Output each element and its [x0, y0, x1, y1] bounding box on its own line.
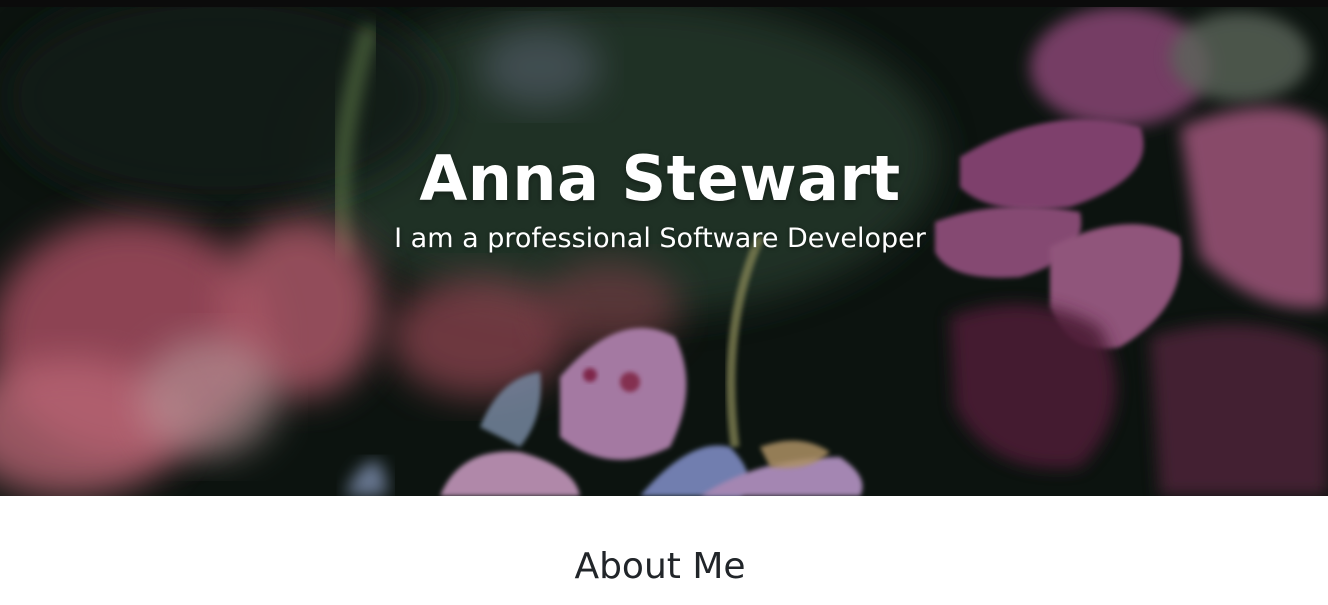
hero-banner: Anna Stewart I am a professional Softwar… — [0, 7, 1328, 496]
hero-text-container: Anna Stewart I am a professional Softwar… — [0, 7, 1328, 496]
hero-subtitle: I am a professional Software Developer — [394, 223, 926, 254]
browser-top-edge — [0, 0, 1328, 7]
hero-title: Anna Stewart — [419, 141, 901, 215]
about-me-heading: About Me — [574, 546, 746, 587]
